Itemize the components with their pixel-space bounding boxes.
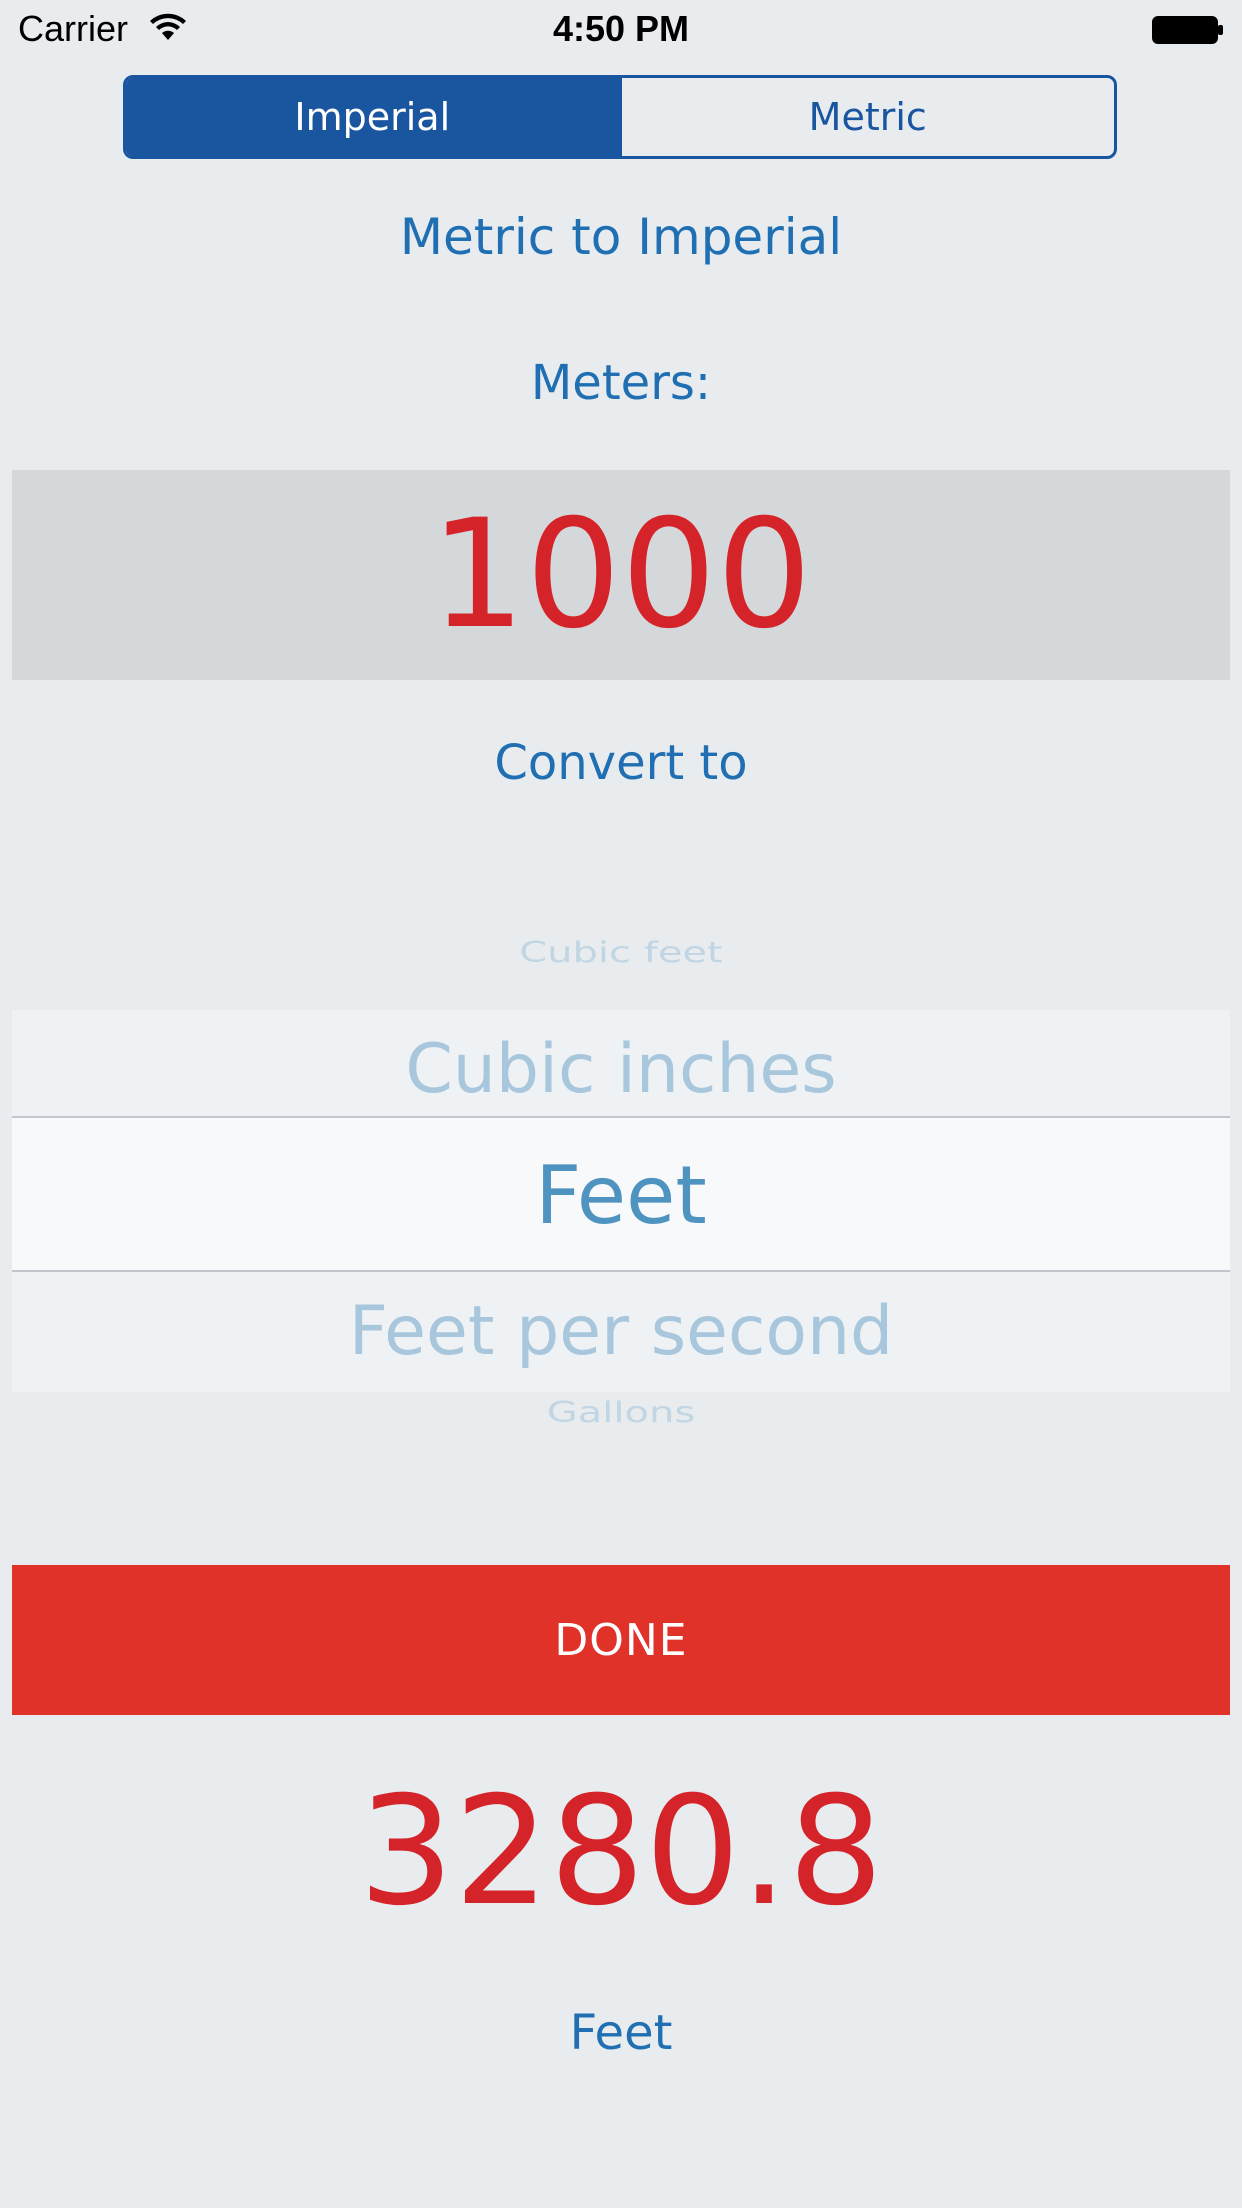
status-time: 4:50 PM	[552, 8, 690, 49]
picker-option[interactable]: Feet per second	[12, 1272, 1230, 1392]
battery-icon	[1152, 16, 1223, 44]
segment-imperial[interactable]: Imperial	[126, 78, 619, 156]
picker-option[interactable]: Gallons	[12, 1397, 1230, 1429]
picker-option[interactable]: Cubic inches	[12, 1010, 1230, 1130]
unit-picker[interactable]: Cubic feet Cubic inches Feet per second …	[12, 920, 1230, 1480]
value-input[interactable]: 1000	[12, 470, 1230, 680]
result-unit-label: Feet	[569, 2005, 673, 2061]
picker-option[interactable]: Cubic feet	[12, 937, 1230, 969]
done-button[interactable]: DONE	[12, 1565, 1230, 1715]
unit-system-segmented-control[interactable]: Imperial Metric	[123, 75, 1117, 159]
input-unit-label: Meters:	[530, 355, 712, 411]
result-value: 3280.8	[358, 1765, 884, 1939]
picker-option-selected[interactable]: Feet	[12, 1116, 1230, 1272]
status-bar: Carrier 4:50 PM	[0, 0, 1242, 60]
conversion-title: Metric to Imperial	[399, 208, 843, 266]
convert-to-label: Convert to	[494, 735, 748, 791]
segment-metric[interactable]: Metric	[618, 78, 1115, 156]
